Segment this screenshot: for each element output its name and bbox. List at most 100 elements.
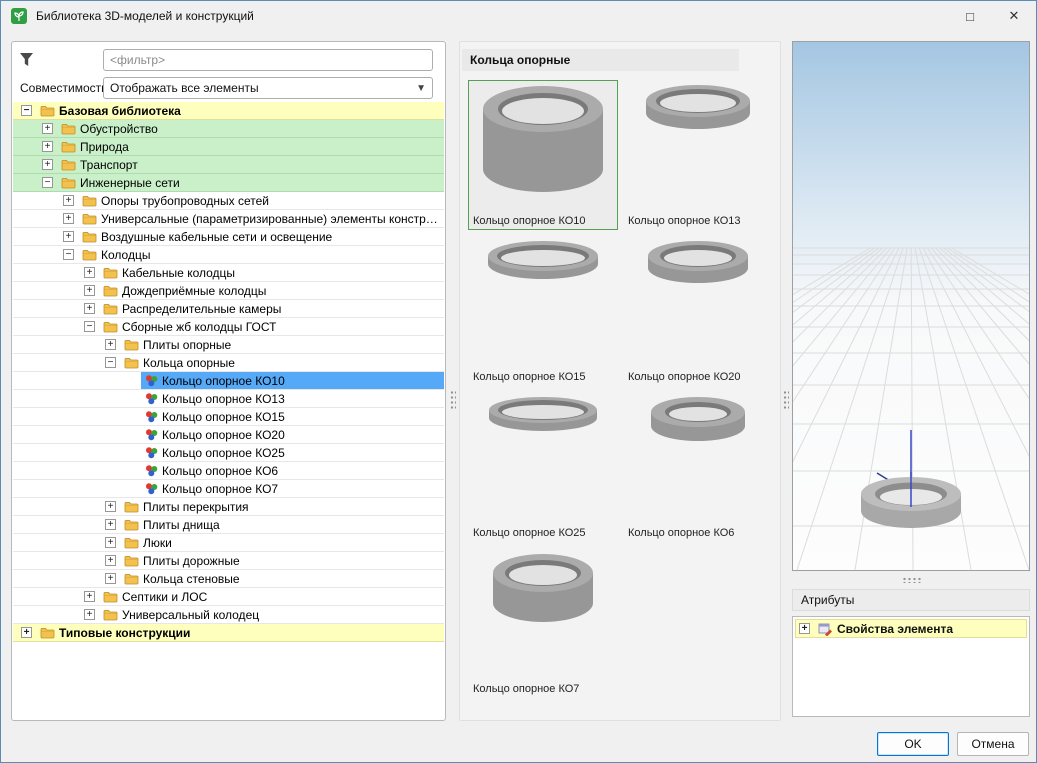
3d-viewport[interactable]: [793, 42, 1029, 570]
tree-item-label: Септики и ЛОС: [122, 590, 207, 604]
tree-item-label: Дождеприёмные колодцы: [122, 284, 266, 298]
tree-item[interactable]: +Опоры трубопроводных сетей: [13, 192, 444, 210]
folder-icon: [61, 177, 76, 189]
tree-item[interactable]: +Типовые конструкции: [13, 624, 444, 642]
element-properties-icon: [818, 622, 833, 636]
tree-item[interactable]: + Природа: [13, 138, 444, 156]
collapse-icon[interactable]: −: [21, 105, 32, 116]
expand-icon[interactable]: +: [105, 555, 116, 566]
collapse-icon[interactable]: −: [42, 177, 53, 188]
gallery-item[interactable]: Кольцо опорное КО25: [468, 392, 618, 542]
attributes-title: Атрибуты: [792, 589, 1030, 611]
tree-item[interactable]: +Кольцо опорное КО20: [13, 426, 444, 444]
tree-item[interactable]: +Кольцо опорное КО25: [13, 444, 444, 462]
expand-icon[interactable]: +: [63, 231, 74, 242]
ring-thumbnail: [626, 83, 770, 214]
left-splitter[interactable]: [450, 390, 456, 410]
tree-item[interactable]: + Дождеприёмные колодцы: [13, 282, 444, 300]
expand-icon[interactable]: +: [105, 537, 116, 548]
library-tree: −Базовая библиотека+Обустройство+Природа…: [13, 102, 444, 642]
folder-icon: [82, 195, 97, 207]
tree-item-label: Кабельные колодцы: [122, 266, 235, 280]
gallery-item[interactable]: Кольцо опорное КО6: [623, 392, 773, 542]
tree-item[interactable]: +Кольцо опорное КО15: [13, 408, 444, 426]
tree-item[interactable]: −Инженерные сети: [13, 174, 444, 192]
tree-item[interactable]: +Плиты перекрытия: [13, 498, 444, 516]
tree-item-label: Природа: [80, 140, 129, 154]
tree-item[interactable]: +Универсальные (параметризированные) эле…: [13, 210, 444, 228]
tree-item[interactable]: + Септики и ЛОС: [13, 588, 444, 606]
gallery-item[interactable]: Кольцо опорное КО13: [623, 80, 773, 230]
gallery-item[interactable]: Кольцо опорное КО20: [623, 236, 773, 386]
expand-icon[interactable]: +: [105, 339, 116, 350]
tree-item[interactable]: +Кольца стеновые: [13, 570, 444, 588]
tree-item[interactable]: +Кольцо опорное КО6: [13, 462, 444, 480]
tree-item[interactable]: +Транспорт: [13, 156, 444, 174]
gallery-item[interactable]: Кольцо опорное КО10: [468, 80, 618, 230]
expand-icon[interactable]: +: [42, 123, 53, 134]
expand-icon[interactable]: +: [63, 195, 74, 206]
collapse-icon[interactable]: −: [105, 357, 116, 368]
compatibility-select[interactable]: Отображать все элементы ▼: [103, 77, 433, 99]
maximize-button[interactable]: □: [948, 1, 992, 31]
folder-icon: [124, 501, 139, 513]
tree-item[interactable]: + Распределительные камеры: [13, 300, 444, 318]
tree-item[interactable]: +Обустройство: [13, 120, 444, 138]
tree-item[interactable]: +Плиты днища: [13, 516, 444, 534]
expand-icon[interactable]: +: [84, 285, 95, 296]
folder-icon: [124, 555, 139, 567]
folder-icon: [103, 285, 118, 297]
left-panel: Совместимость Отображать все элементы ▼ …: [11, 41, 446, 721]
tree-item[interactable]: +Плиты опорные: [13, 336, 444, 354]
folder-icon: [103, 609, 118, 621]
tree-item[interactable]: + Кабельные колодцы: [13, 264, 444, 282]
attributes-root-row[interactable]: + Свойства элемента: [795, 619, 1027, 638]
preview-splitter[interactable]: [902, 577, 922, 583]
ring-thumbnail: [471, 395, 615, 526]
collapse-icon[interactable]: −: [84, 321, 95, 332]
folder-icon: [124, 537, 139, 549]
gallery-item[interactable]: Кольцо опорное КО15: [468, 236, 618, 386]
expand-icon[interactable]: +: [21, 627, 32, 638]
gallery-item[interactable]: Кольцо опорное КО7: [468, 548, 618, 698]
collapse-icon[interactable]: −: [63, 249, 74, 260]
right-splitter[interactable]: [783, 390, 789, 410]
close-button[interactable]: ✕: [992, 1, 1036, 31]
tree-item[interactable]: + Универсальный колодец: [13, 606, 444, 624]
filter-input[interactable]: [103, 49, 433, 71]
tree-item[interactable]: +Кольцо опорное КО7: [13, 480, 444, 498]
ring-thumbnail: [471, 551, 615, 682]
tree-item[interactable]: +Плиты дорожные: [13, 552, 444, 570]
folder-icon: [82, 231, 97, 243]
expand-icon[interactable]: +: [84, 591, 95, 602]
expand-icon[interactable]: +: [42, 141, 53, 152]
expand-icon[interactable]: +: [84, 267, 95, 278]
model-icon: [145, 446, 158, 459]
tree-item-label: Кольца опорные: [143, 356, 235, 370]
expand-icon[interactable]: +: [42, 159, 53, 170]
tree-item[interactable]: +Кольцо опорное КО13: [13, 390, 444, 408]
gallery-item-label: Кольцо опорное КО20: [626, 370, 770, 383]
tree-item-label: Распределительные камеры: [122, 302, 281, 316]
tree-item[interactable]: −Базовая библиотека: [13, 102, 444, 120]
expand-icon[interactable]: +: [84, 303, 95, 314]
expand-icon[interactable]: +: [63, 213, 74, 224]
ring-thumbnail: [626, 239, 770, 370]
tree-item[interactable]: −Сборные жб колодцы ГОСТ: [13, 318, 444, 336]
tree-item[interactable]: +Воздушные кабельные сети и освещение: [13, 228, 444, 246]
tree-item[interactable]: +Кольцо опорное КО10: [13, 372, 444, 390]
expand-icon[interactable]: +: [105, 501, 116, 512]
expand-icon[interactable]: +: [799, 623, 810, 634]
expand-icon[interactable]: +: [105, 573, 116, 584]
tree-item-label: Кольцо опорное КО20: [162, 428, 285, 442]
folder-icon: [124, 573, 139, 585]
tree-item-label: Универсальный колодец: [122, 608, 259, 622]
tree-item[interactable]: − Кольца опорные: [13, 354, 444, 372]
tree-item-label: Кольцо опорное КО10: [162, 374, 285, 388]
ok-button[interactable]: OK: [877, 732, 949, 756]
tree-item[interactable]: +Люки: [13, 534, 444, 552]
expand-icon[interactable]: +: [84, 609, 95, 620]
tree-item[interactable]: −Колодцы: [13, 246, 444, 264]
cancel-button[interactable]: Отмена: [957, 732, 1029, 756]
expand-icon[interactable]: +: [105, 519, 116, 530]
